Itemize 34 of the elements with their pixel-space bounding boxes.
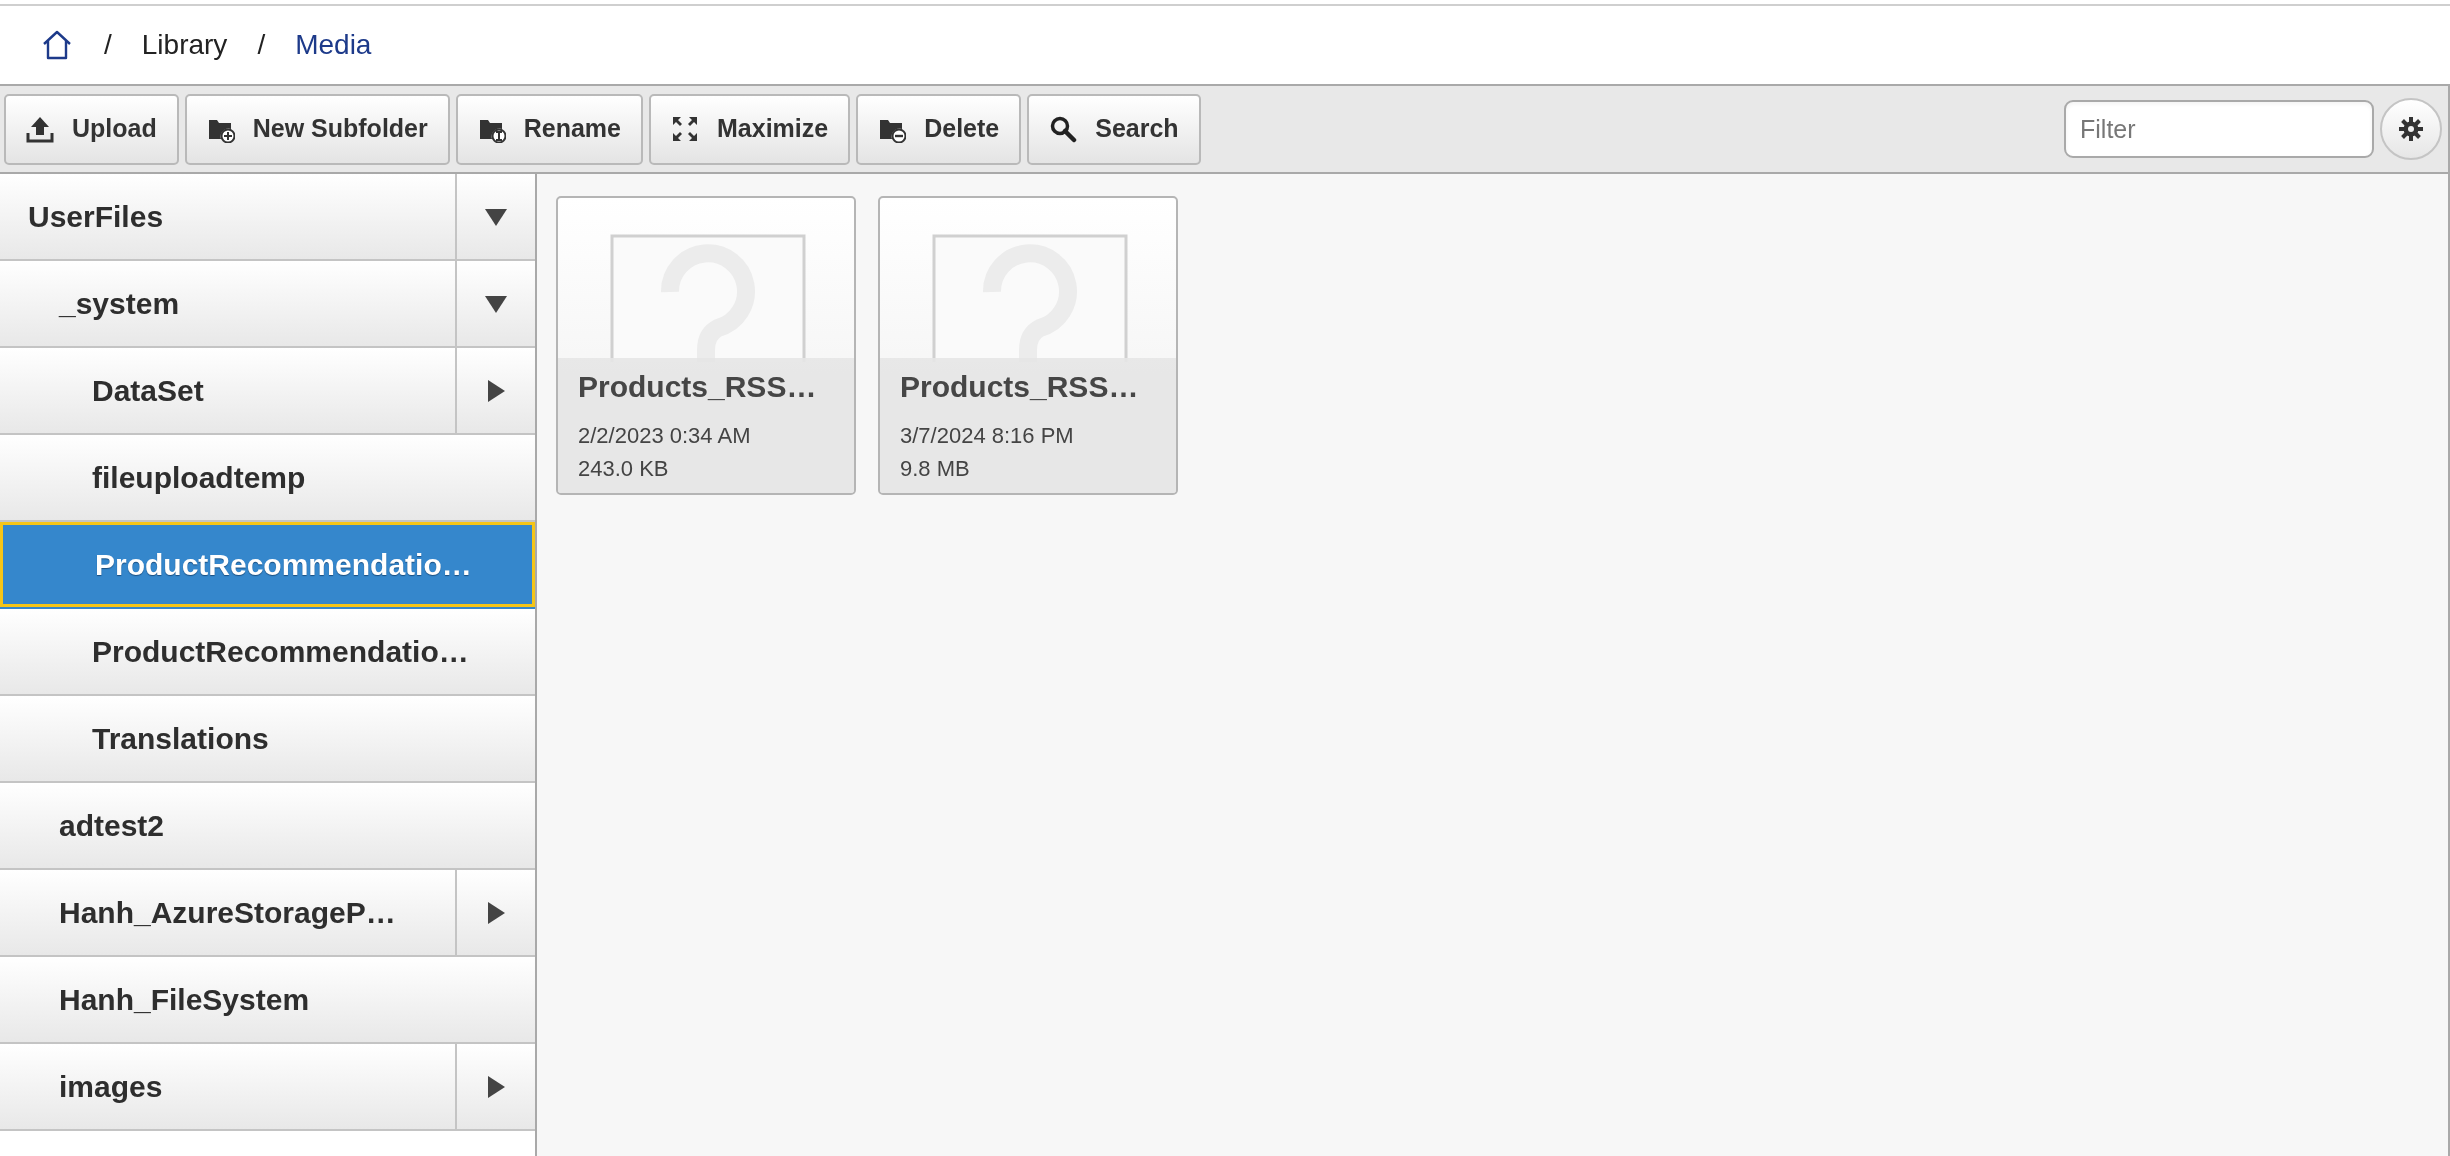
file-size: 243.0 KB: [578, 455, 670, 483]
maximize-icon: [671, 115, 699, 143]
caret-right-icon: [486, 900, 506, 925]
caret-down-icon: [484, 206, 508, 227]
file-date: 3/7/2024 8:16 PM: [900, 422, 1075, 450]
caret-right-icon: [486, 378, 506, 403]
upload-icon: [26, 115, 54, 143]
toolbar-button[interactable]: Rename: [455, 93, 643, 165]
expand-toggle[interactable]: [455, 870, 535, 955]
search-icon: [1049, 115, 1078, 143]
toolbar-button[interactable]: Upload: [4, 93, 179, 165]
breadcrumb-separator: /: [257, 28, 266, 62]
breadcrumb-separator: /: [104, 28, 112, 62]
toolbar-button[interactable]: Delete: [856, 93, 1022, 165]
file-name: Products_RSS…: [900, 369, 1140, 405]
folder-item[interactable]: ProductRecommendatio…: [0, 522, 535, 607]
file-tile[interactable]: Products_RSS… 2/2/2023 0:34 AM 243.0 KB: [556, 196, 856, 495]
filter-field[interactable]: Filter: [2064, 100, 2374, 158]
expand-toggle[interactable]: [455, 261, 535, 346]
caret-down-icon: [484, 293, 508, 314]
expand-toggle[interactable]: [455, 174, 535, 259]
toolbar-button[interactable]: Maximize: [649, 93, 851, 165]
breadcrumb-link[interactable]: Library: [141, 24, 228, 66]
file-tile[interactable]: Products_RSS… 3/7/2024 8:16 PM 9.8 MB: [878, 196, 1178, 495]
file-date: 2/2/2023 0:34 AM: [578, 422, 752, 450]
file-name: Products_RSS…: [578, 369, 818, 405]
toolbar-button[interactable]: New Subfolder: [184, 93, 450, 165]
gear-icon: [2398, 116, 2424, 142]
breadcrumb-link[interactable]: Media: [295, 24, 372, 66]
file-size: 9.8 MB: [900, 455, 971, 483]
caret-right-icon: [486, 1074, 506, 1099]
toolbar-button[interactable]: Search: [1027, 93, 1201, 165]
expand-toggle[interactable]: [455, 348, 535, 433]
expand-toggle[interactable]: [455, 1044, 535, 1129]
